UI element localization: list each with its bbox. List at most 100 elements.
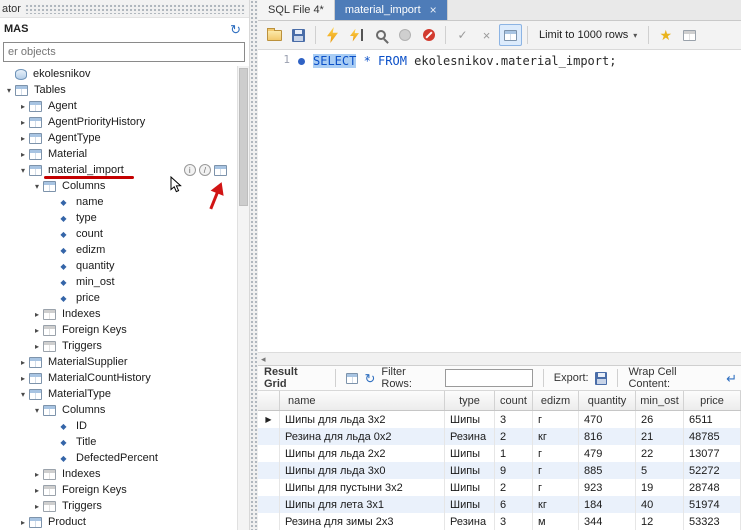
tree-item-type[interactable]: ◆type bbox=[0, 210, 236, 226]
scroll-left-icon[interactable]: ◂ bbox=[261, 354, 266, 365]
cell[interactable]: кг bbox=[533, 496, 579, 513]
sql-editor[interactable]: 1 SELECT * FROM ekolesnikov.material_imp… bbox=[258, 50, 741, 352]
cell[interactable]: 40 bbox=[636, 496, 684, 513]
selector-column-header[interactable] bbox=[258, 391, 280, 410]
cell[interactable]: м bbox=[533, 513, 579, 530]
limit-rows-dropdown[interactable]: Limit to 1000 rows ▾ bbox=[533, 27, 643, 43]
tree-expand-icon[interactable]: ▸ bbox=[31, 326, 43, 335]
cell[interactable]: 12 bbox=[636, 513, 684, 530]
tree-item-materialtype[interactable]: ▾MaterialType bbox=[0, 386, 236, 402]
row-selector[interactable] bbox=[258, 428, 280, 445]
column-header-edizm[interactable]: edizm bbox=[533, 391, 579, 410]
cell[interactable]: 816 bbox=[579, 428, 636, 445]
row-selector[interactable]: ▶ bbox=[258, 411, 280, 428]
tree-expand-icon[interactable]: ▾ bbox=[17, 166, 29, 175]
tree-item-materialsupplier[interactable]: ▸MaterialSupplier bbox=[0, 354, 236, 370]
tree-item-material-import[interactable]: ▾material_importi/ bbox=[0, 162, 236, 178]
cell[interactable]: 19 bbox=[636, 479, 684, 496]
cell[interactable]: 21 bbox=[636, 428, 684, 445]
tree-expand-icon[interactable]: ▸ bbox=[17, 150, 29, 159]
cell[interactable]: 26 bbox=[636, 411, 684, 428]
tree-item-indexes[interactable]: ▸Indexes bbox=[0, 306, 236, 322]
tree-item-count[interactable]: ◆count bbox=[0, 226, 236, 242]
tab-sql-file[interactable]: SQL File 4* bbox=[258, 0, 335, 20]
filter-rows-input[interactable] bbox=[445, 369, 533, 387]
row-selector[interactable] bbox=[258, 513, 280, 530]
cell[interactable]: г bbox=[533, 445, 579, 462]
table-settings-icon[interactable]: / bbox=[199, 164, 211, 176]
cell[interactable]: 51974 bbox=[684, 496, 741, 513]
tree-item-edizm[interactable]: ◆edizm bbox=[0, 242, 236, 258]
filter-objects-input[interactable] bbox=[3, 42, 245, 62]
tree-expand-icon[interactable]: ▸ bbox=[31, 310, 43, 319]
save-snippet-button[interactable]: ★ bbox=[654, 24, 677, 46]
cell[interactable]: Шипы bbox=[445, 411, 495, 428]
tree-expand-icon[interactable]: ▸ bbox=[31, 342, 43, 351]
cell[interactable]: Шипы для льда 3x2 bbox=[280, 411, 445, 428]
cell[interactable]: г bbox=[533, 462, 579, 479]
cell[interactable]: 1 bbox=[495, 445, 533, 462]
table-info-icon[interactable]: i bbox=[184, 164, 196, 176]
column-header-min_ost[interactable]: min_ost bbox=[636, 391, 684, 410]
cell[interactable]: кг bbox=[533, 428, 579, 445]
code-area[interactable]: SELECT * FROM ekolesnikov.material_impor… bbox=[292, 50, 741, 352]
cell[interactable]: 3 bbox=[495, 411, 533, 428]
cell[interactable]: 6 bbox=[495, 496, 533, 513]
tree-expand-icon[interactable]: ▸ bbox=[31, 486, 43, 495]
row-selector[interactable] bbox=[258, 479, 280, 496]
tree-item-agentpriorityhistory[interactable]: ▸AgentPriorityHistory bbox=[0, 114, 236, 130]
table-row[interactable]: Шипы для лета 3x1Шипы6кг1844051974 bbox=[258, 496, 741, 513]
explain-button[interactable] bbox=[369, 24, 392, 46]
cell[interactable]: 22 bbox=[636, 445, 684, 462]
cell[interactable]: Резина bbox=[445, 513, 495, 530]
panel-splitter[interactable] bbox=[250, 0, 258, 530]
row-selector[interactable] bbox=[258, 445, 280, 462]
toggle-autocommit-button[interactable] bbox=[499, 24, 522, 46]
cell[interactable]: 470 bbox=[579, 411, 636, 428]
commit-button[interactable]: ✓ bbox=[451, 24, 474, 46]
cell[interactable]: 2 bbox=[495, 428, 533, 445]
wrap-cell-content-icon[interactable]: ↵ bbox=[726, 372, 737, 385]
cell[interactable]: 48785 bbox=[684, 428, 741, 445]
row-selector[interactable] bbox=[258, 496, 280, 513]
tree-item-title[interactable]: ◆Title bbox=[0, 434, 236, 450]
tree-item-foreign-keys[interactable]: ▸Foreign Keys bbox=[0, 322, 236, 338]
cell[interactable]: 184 bbox=[579, 496, 636, 513]
cell[interactable]: 3 bbox=[495, 513, 533, 530]
cell[interactable]: 13077 bbox=[684, 445, 741, 462]
tree-item-price[interactable]: ◆price bbox=[0, 290, 236, 306]
table-row[interactable]: Шипы для льда 2x2Шипы1г4792213077 bbox=[258, 445, 741, 462]
open-script-button[interactable] bbox=[263, 24, 286, 46]
tree-item-ekolesnikov[interactable]: ekolesnikov bbox=[0, 66, 236, 82]
tree-expand-icon[interactable]: ▾ bbox=[31, 406, 43, 415]
tree-item-columns[interactable]: ▾Columns bbox=[0, 178, 236, 194]
cell[interactable]: г bbox=[533, 411, 579, 428]
tree-item-agenttype[interactable]: ▸AgentType bbox=[0, 130, 236, 146]
tree-expand-icon[interactable]: ▾ bbox=[17, 390, 29, 399]
tab-material-import[interactable]: material_import × bbox=[335, 0, 448, 20]
tree-expand-icon[interactable]: ▸ bbox=[17, 358, 29, 367]
tree-item-min-ost[interactable]: ◆min_ost bbox=[0, 274, 236, 290]
tree-item-defectedpercent[interactable]: ◆DefectedPercent bbox=[0, 450, 236, 466]
cell[interactable]: 6511 bbox=[684, 411, 741, 428]
tree-item-tables[interactable]: ▾Tables bbox=[0, 82, 236, 98]
tree-expand-icon[interactable]: ▸ bbox=[17, 134, 29, 143]
cell[interactable]: 53323 bbox=[684, 513, 741, 530]
cell[interactable]: 9 bbox=[495, 462, 533, 479]
table-row[interactable]: ▶Шипы для льда 3x2Шипы3г470266511 bbox=[258, 411, 741, 428]
tree-item-material[interactable]: ▸Material bbox=[0, 146, 236, 162]
tree-expand-icon[interactable]: ▾ bbox=[3, 86, 15, 95]
cell[interactable]: Резина для зимы 2x3 bbox=[280, 513, 445, 530]
tree-expand-icon[interactable]: ▸ bbox=[17, 102, 29, 111]
tree-item-product[interactable]: ▸Product bbox=[0, 514, 236, 530]
tree-item-agent[interactable]: ▸Agent bbox=[0, 98, 236, 114]
column-header-type[interactable]: type bbox=[445, 391, 495, 410]
tree-item-materialcounthistory[interactable]: ▸MaterialCountHistory bbox=[0, 370, 236, 386]
cell[interactable]: г bbox=[533, 479, 579, 496]
cell[interactable]: Шипы bbox=[445, 479, 495, 496]
table-row[interactable]: Шипы для льда 3x0Шипы9г885552272 bbox=[258, 462, 741, 479]
column-header-quantity[interactable]: quantity bbox=[579, 391, 636, 410]
scrollbar-thumb[interactable] bbox=[239, 68, 248, 206]
tree-expand-icon[interactable]: ▸ bbox=[31, 470, 43, 479]
tree-item-quantity[interactable]: ◆quantity bbox=[0, 258, 236, 274]
